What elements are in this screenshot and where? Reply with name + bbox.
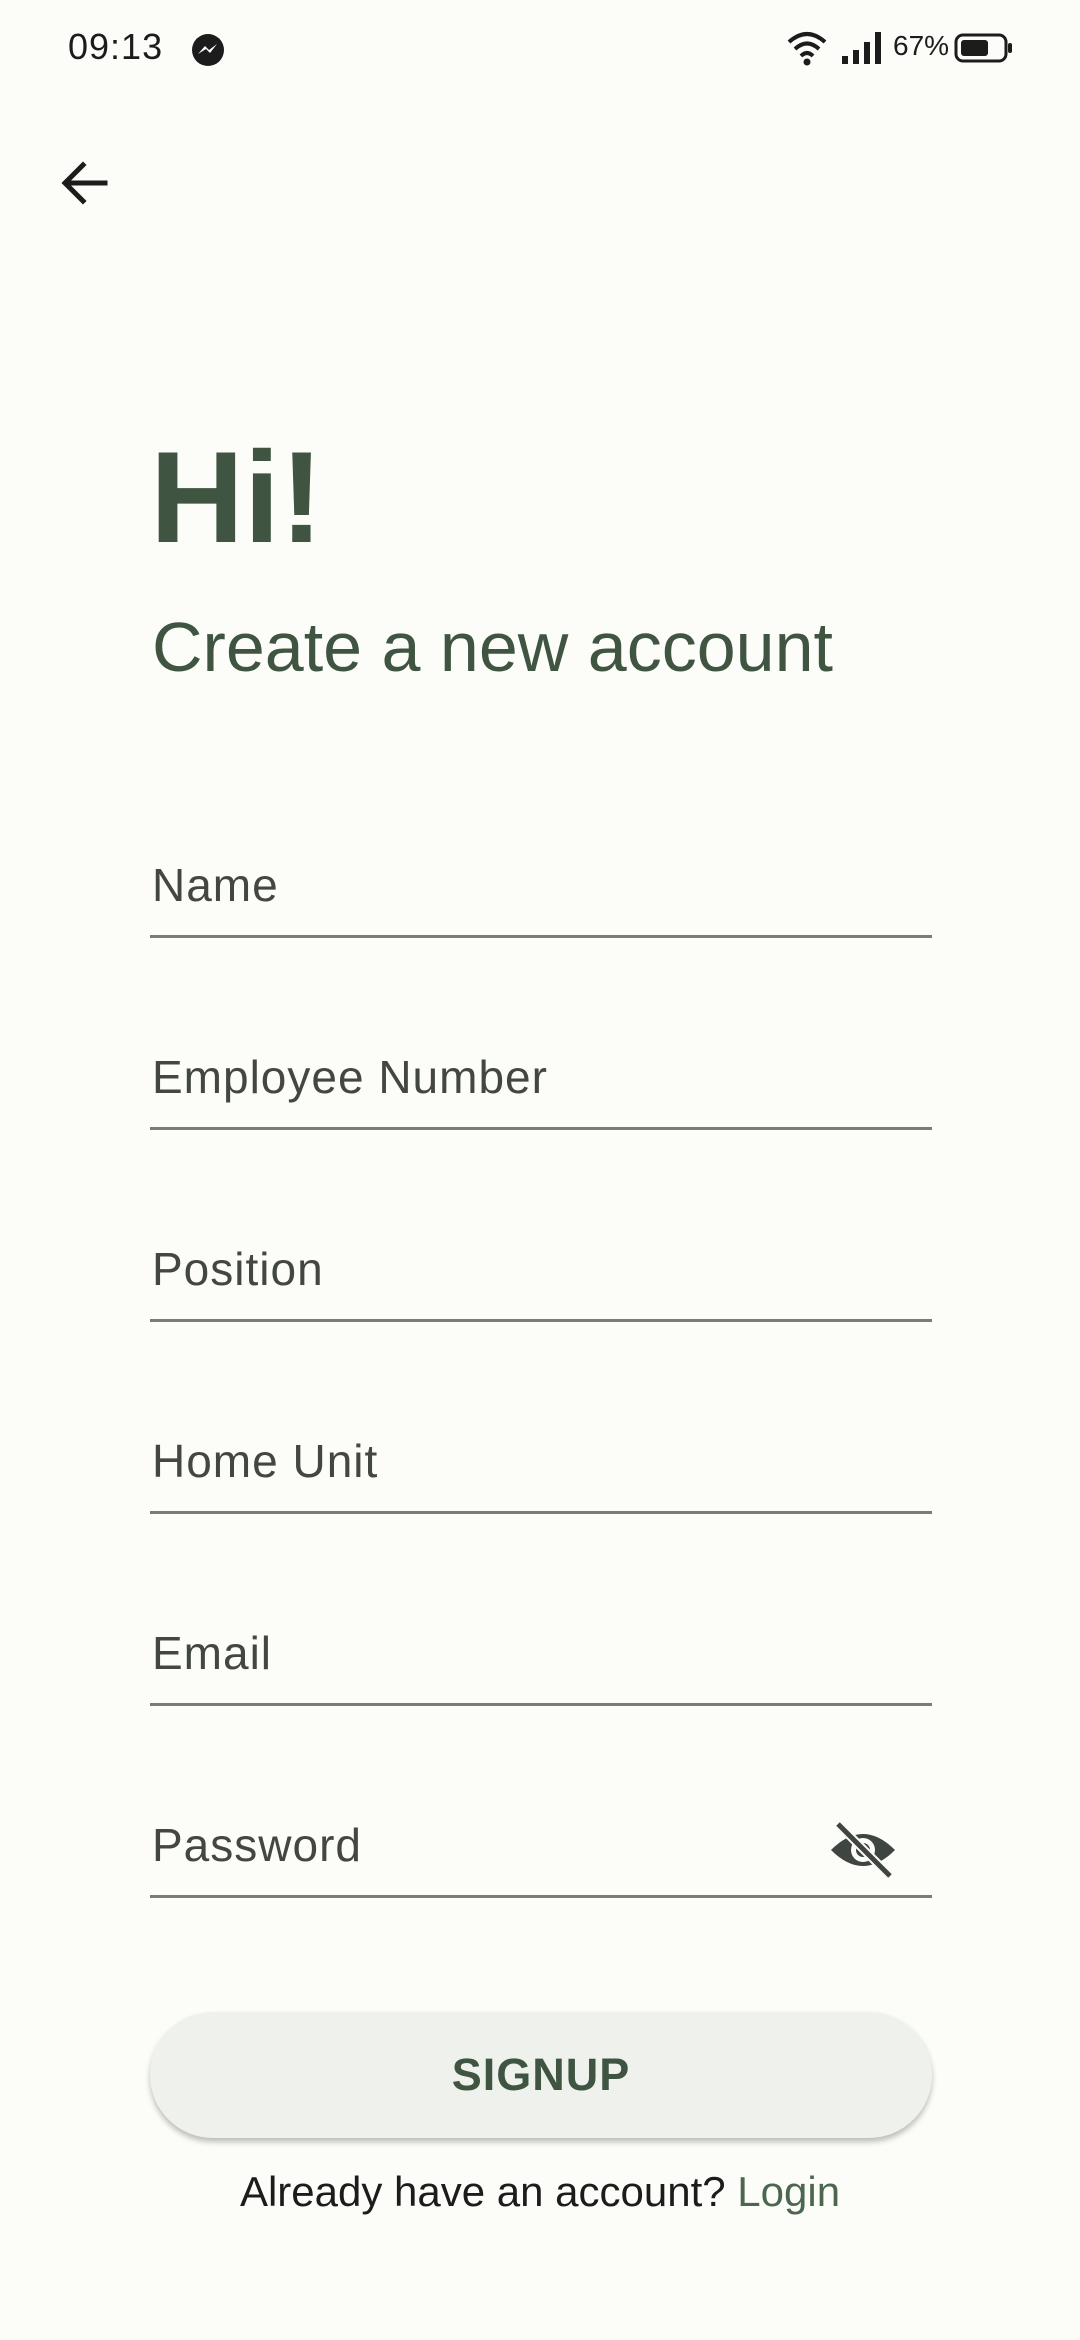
status-time: 09:13 <box>68 26 164 67</box>
wifi-icon <box>786 30 828 66</box>
email-field[interactable]: Email <box>150 1576 932 1706</box>
battery-icon <box>954 32 1014 64</box>
messenger-icon <box>190 32 226 68</box>
login-prompt-text: Already have an account? <box>239 2168 726 2215</box>
position-field[interactable]: Position <box>150 1192 932 1322</box>
login-link[interactable]: Login <box>737 2168 840 2215</box>
home-unit-field[interactable]: Home Unit <box>150 1384 932 1514</box>
status-bar: 09:13 67% <box>0 0 1080 96</box>
password-label: Password <box>152 1819 362 1871</box>
battery-percent: 67% <box>893 30 950 61</box>
password-field[interactable]: Password <box>150 1768 932 1898</box>
signal-icon <box>840 30 884 66</box>
email-label: Email <box>152 1627 273 1679</box>
name-field[interactable]: Name <box>150 808 932 938</box>
position-label: Position <box>152 1243 324 1295</box>
arrow-back-icon <box>57 155 113 216</box>
employee-number-field[interactable]: Employee Number <box>150 1000 932 1130</box>
page-subtitle: Create a new account <box>152 608 833 686</box>
greeting-title: Hi! <box>150 424 324 570</box>
login-prompt-row: Already have an account? Login <box>0 2168 1080 2216</box>
name-label: Name <box>152 859 279 911</box>
back-button[interactable] <box>40 140 130 230</box>
home-unit-label: Home Unit <box>152 1435 379 1487</box>
visibility-off-icon[interactable] <box>828 1820 898 1880</box>
employee-number-label: Employee Number <box>152 1051 548 1103</box>
signup-button[interactable]: SIGNUP <box>150 2012 932 2138</box>
